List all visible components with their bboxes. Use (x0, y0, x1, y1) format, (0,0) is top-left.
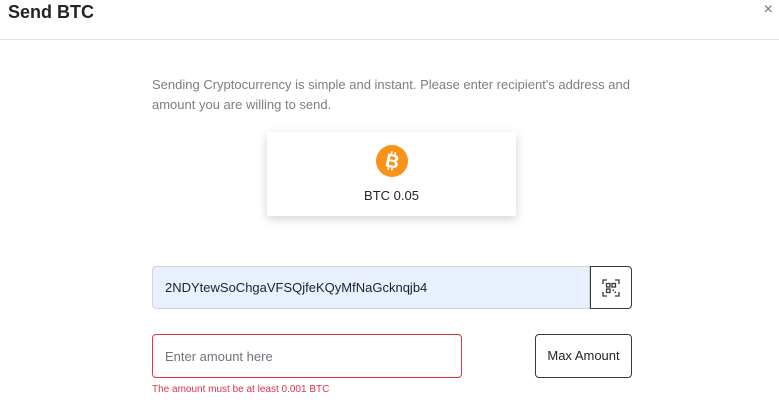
send-description: Sending Cryptocurrency is simple and ins… (152, 77, 630, 112)
coin-balance-label: BTC 0.05 (364, 188, 419, 203)
qr-scan-icon (602, 278, 620, 297)
max-amount-button[interactable]: Max Amount (535, 334, 632, 378)
recipient-address-value[interactable]: 2NDYtewSoChgaVFSQjfeKQyMfNaGcknqjb4 (165, 280, 427, 295)
close-button[interactable]: × (764, 2, 773, 18)
close-icon[interactable]: × (764, 1, 773, 18)
modal-title: Send BTC (8, 2, 95, 22)
modal-header: Send BTC × (0, 0, 779, 40)
scan-qr-button[interactable] (590, 266, 632, 309)
bitcoin-icon: B (376, 145, 408, 177)
coin-balance-card: B BTC 0.05 (267, 132, 516, 216)
amount-error-message: The amount must be at least 0.001 BTC (152, 384, 330, 395)
amount-input[interactable] (152, 334, 462, 378)
recipient-address-input[interactable]: 2NDYtewSoChgaVFSQjfeKQyMfNaGcknqjb4 (152, 266, 590, 309)
